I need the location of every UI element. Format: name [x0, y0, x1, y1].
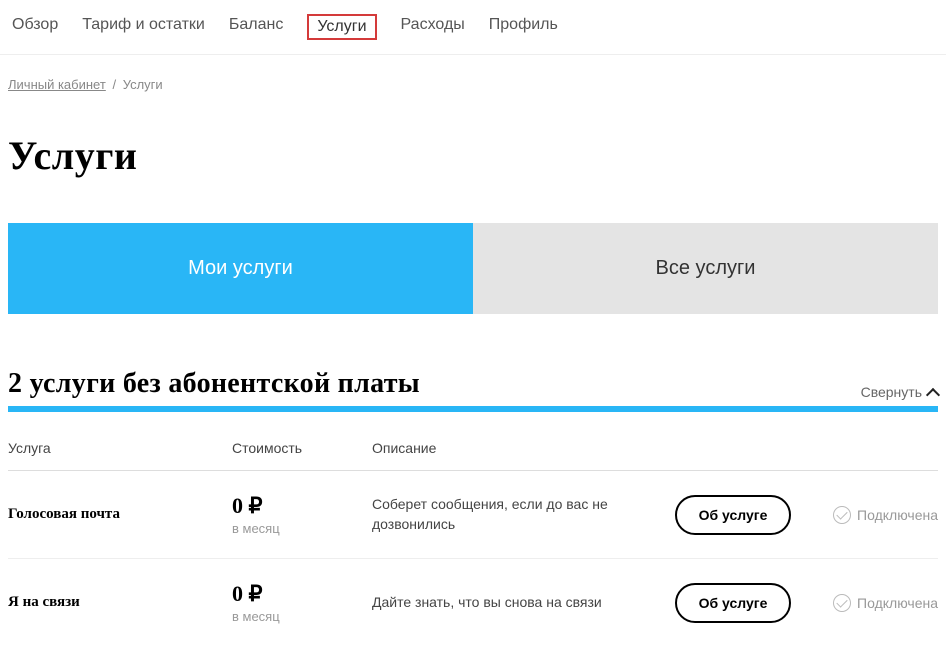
th-name: Услуга [8, 440, 232, 456]
service-action: Об услуге [668, 583, 798, 623]
nav-expenses[interactable]: Расходы [401, 14, 465, 40]
section-title: 2 услуги без абонентской платы [8, 368, 420, 400]
service-cost: 0 ₽ в месяц [232, 581, 372, 624]
service-period: в месяц [232, 609, 372, 624]
service-status: Подключена [798, 594, 938, 612]
about-service-button[interactable]: Об услуге [675, 583, 792, 623]
tabs: Мои услуги Все услуги [8, 223, 938, 314]
breadcrumb-current: Услуги [123, 77, 163, 92]
check-icon [833, 594, 851, 612]
collapse-toggle[interactable]: Свернуть [861, 384, 938, 400]
nav-tariff[interactable]: Тариф и остатки [82, 14, 205, 40]
status-label: Подключена [857, 595, 938, 611]
th-desc: Описание [372, 440, 668, 456]
service-price: 0 ₽ [232, 493, 372, 519]
service-cost: 0 ₽ в месяц [232, 493, 372, 536]
collapse-label: Свернуть [861, 384, 922, 400]
service-status: Подключена [798, 506, 938, 524]
breadcrumb-home[interactable]: Личный кабинет [8, 77, 106, 92]
nav-profile[interactable]: Профиль [489, 14, 558, 40]
service-desc: Соберет сообщения, если до вас не дозвон… [372, 495, 668, 534]
chevron-up-icon [926, 388, 940, 402]
breadcrumb-sep: / [112, 77, 116, 92]
top-nav: Обзор Тариф и остатки Баланс Услуги Расх… [0, 0, 946, 55]
nav-overview[interactable]: Обзор [12, 14, 58, 40]
tab-my-services[interactable]: Мои услуги [8, 223, 473, 314]
check-icon [833, 506, 851, 524]
service-action: Об услуге [668, 495, 798, 535]
about-service-button[interactable]: Об услуге [675, 495, 792, 535]
status-label: Подключена [857, 507, 938, 523]
service-period: в месяц [232, 521, 372, 536]
nav-services[interactable]: Услуги [307, 14, 376, 40]
section-header: 2 услуги без абонентской платы Свернуть [8, 368, 938, 412]
service-name: Голосовая почта [8, 506, 232, 523]
service-name: Я на связи [8, 594, 232, 611]
service-price: 0 ₽ [232, 581, 372, 607]
breadcrumb: Личный кабинет / Услуги [8, 55, 938, 96]
table-header: Услуга Стоимость Описание [8, 428, 938, 471]
service-desc: Дайте знать, что вы снова на связи [372, 593, 668, 613]
tab-all-services[interactable]: Все услуги [473, 223, 938, 314]
nav-balance[interactable]: Баланс [229, 14, 283, 40]
table-row: Голосовая почта 0 ₽ в месяц Соберет сооб… [8, 471, 938, 559]
page-title: Услуги [8, 132, 938, 179]
table-row: Я на связи 0 ₽ в месяц Дайте знать, что … [8, 559, 938, 646]
th-cost: Стоимость [232, 440, 372, 456]
